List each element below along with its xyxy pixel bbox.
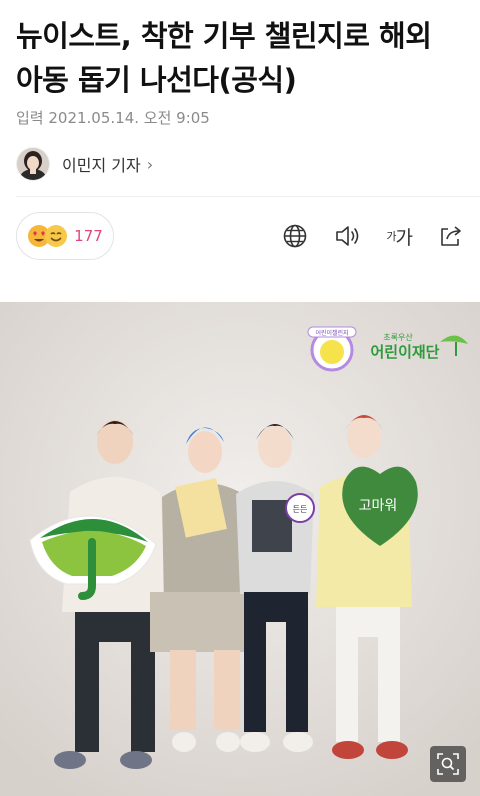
image-zoom-button[interactable] — [430, 746, 466, 782]
share-button[interactable] — [438, 223, 464, 249]
svg-text:어린이챌린지: 어린이챌린지 — [315, 329, 348, 337]
author-link[interactable]: 이민지 기자 › — [16, 147, 153, 181]
zoom-icon — [437, 753, 459, 775]
author-name: 이민지 기자 — [62, 156, 141, 175]
share-icon — [441, 226, 461, 246]
reaction-button[interactable]: 177 — [16, 212, 114, 260]
svg-text:고마워: 고마워 — [359, 498, 398, 514]
article-photo[interactable]: 어린이챌린지 초록우산 어린이재단 든든 고마워 — [0, 302, 480, 796]
font-size-small-glyph: 가 — [386, 230, 396, 243]
divider — [16, 196, 480, 197]
font-size-large-glyph: 가 — [395, 226, 414, 249]
article-headline: 뉴이스트, 착한 기부 챌린지로 해외 아동 돕기 나선다(공식) — [16, 19, 432, 97]
reaction-count: 177 — [74, 227, 103, 245]
font-size-button[interactable]: 가가 — [386, 223, 414, 250]
smile-emoji-icon — [45, 225, 68, 247]
speaker-icon — [336, 226, 359, 246]
svg-text:어린이재단: 어린이재단 — [370, 343, 439, 361]
globe-icon — [284, 224, 307, 248]
avatar — [16, 147, 50, 181]
translate-button[interactable] — [282, 223, 308, 249]
listen-button[interactable] — [334, 223, 360, 249]
group-photo-image: 어린이챌린지 초록우산 어린이재단 든든 고마워 — [0, 302, 480, 796]
published-timestamp: 입력 2021.05.14. 오전 9:05 — [16, 109, 210, 127]
svg-text:든든: 든든 — [293, 505, 308, 514]
svg-text:초록우산: 초록우산 — [383, 332, 413, 342]
article-toolbar: 가가 — [282, 220, 464, 252]
chevron-right-icon: › — [146, 154, 154, 174]
